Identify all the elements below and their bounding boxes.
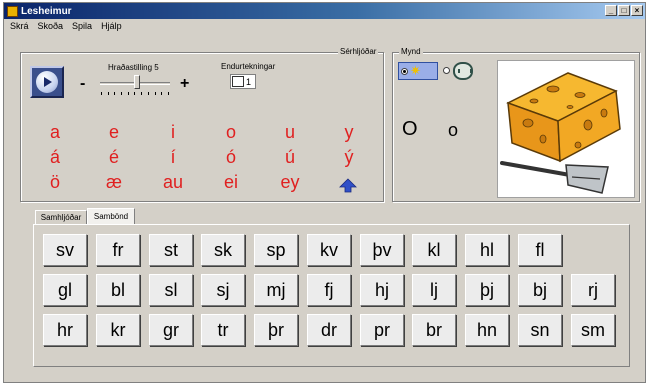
combo-button-kv[interactable]: kv xyxy=(307,234,351,266)
face-icon[interactable] xyxy=(453,62,473,80)
tab-consonants[interactable]: Samhljóðar xyxy=(35,210,87,225)
combo-button-thj[interactable]: þj xyxy=(465,274,509,306)
vowel-i[interactable]: i xyxy=(155,122,191,142)
repeat-spinner[interactable]: 1 xyxy=(230,74,256,89)
vowel-i-acute[interactable]: í xyxy=(155,147,191,167)
vowel-e-acute[interactable]: é xyxy=(96,147,132,167)
combo-button-sm[interactable]: sm xyxy=(571,314,615,346)
vowel-y[interactable]: y xyxy=(331,122,367,142)
combo-button-sk[interactable]: sk xyxy=(201,234,245,266)
combo-button-thr[interactable]: þr xyxy=(254,314,298,346)
title-bar: Lesheimur _ □ × xyxy=(4,3,645,19)
letter-display-upper: O xyxy=(402,118,418,140)
combo-button-kl[interactable]: kl xyxy=(412,234,456,266)
combo-button-hj[interactable]: hj xyxy=(360,274,404,306)
repeat-label: Endurtekningar xyxy=(221,62,276,71)
combo-button-hl[interactable]: hl xyxy=(465,234,509,266)
combo-button-bj[interactable]: bj xyxy=(518,274,562,306)
combo-button-tr[interactable]: tr xyxy=(201,314,245,346)
app-icon xyxy=(7,5,18,17)
vowel-ey[interactable]: ey xyxy=(272,172,308,192)
combinations-panel: sv fr st sk sp kv þv kl hl fl gl bl sl s… xyxy=(33,224,630,367)
combo-button-br[interactable]: br xyxy=(412,314,456,346)
combo-button-sj[interactable]: sj xyxy=(201,274,245,306)
combo-button-sn[interactable]: sn xyxy=(518,314,562,346)
vowel-u-acute[interactable]: ú xyxy=(272,147,308,167)
radio-sun[interactable] xyxy=(401,67,408,75)
combo-button-fl[interactable]: fl xyxy=(518,234,562,266)
play-icon xyxy=(36,71,58,93)
combo-button-bl[interactable]: bl xyxy=(96,274,140,306)
play-button[interactable] xyxy=(30,66,64,98)
vowels-group xyxy=(20,52,384,202)
speed-slider-ticks xyxy=(101,92,169,95)
window-title: Lesheimur xyxy=(21,5,72,17)
combo-button-rj[interactable]: rj xyxy=(571,274,615,306)
vowels-group-label: Sérhljóðar xyxy=(338,47,379,56)
combo-button-pr[interactable]: pr xyxy=(360,314,404,346)
vowel-o-acute[interactable]: ó xyxy=(213,147,249,167)
tab-combinations[interactable]: Sambönd xyxy=(87,208,135,225)
picture-display xyxy=(497,60,635,198)
combo-button-kr[interactable]: kr xyxy=(96,314,140,346)
vowel-e[interactable]: e xyxy=(96,122,132,142)
combo-button-hn[interactable]: hn xyxy=(465,314,509,346)
cheese-image xyxy=(500,72,621,194)
vowel-o-umlaut[interactable]: ö xyxy=(37,172,73,192)
menu-view[interactable]: Skoða xyxy=(38,21,64,31)
vowel-o[interactable]: o xyxy=(213,122,249,142)
combo-button-lj[interactable]: lj xyxy=(412,274,456,306)
menu-file[interactable]: Skrá xyxy=(10,21,29,31)
combo-button-gl[interactable]: gl xyxy=(43,274,87,306)
combo-button-gr[interactable]: gr xyxy=(149,314,193,346)
picture-group-label: Mynd xyxy=(399,47,423,56)
speed-label: Hraðastilling 5 xyxy=(108,63,159,72)
vowel-ei[interactable]: ei xyxy=(213,172,249,192)
minimize-button[interactable]: _ xyxy=(605,5,617,16)
combo-button-sl[interactable]: sl xyxy=(149,274,193,306)
combo-button-fj[interactable]: fj xyxy=(307,274,351,306)
menu-bar: Skrá Skoða Spila Hjálp xyxy=(4,19,645,33)
combo-button-dr[interactable]: dr xyxy=(307,314,351,346)
picture-option-sun[interactable]: ✷ xyxy=(398,62,438,80)
combo-button-thv[interactable]: þv xyxy=(360,234,404,266)
radio-face[interactable] xyxy=(443,67,450,74)
speed-increase-button[interactable]: + xyxy=(180,75,189,93)
letter-display-lower: o xyxy=(448,120,459,140)
speed-slider-thumb[interactable] xyxy=(134,75,140,89)
sun-icon: ✷ xyxy=(410,63,421,78)
combo-button-hr[interactable]: hr xyxy=(43,314,87,346)
repeat-icon xyxy=(232,76,244,87)
combo-button-st[interactable]: st xyxy=(149,234,193,266)
menu-play[interactable]: Spila xyxy=(72,21,92,31)
close-button[interactable]: × xyxy=(631,5,643,16)
menu-help[interactable]: Hjálp xyxy=(101,21,122,31)
combo-button-mj[interactable]: mj xyxy=(254,274,298,306)
maximize-button[interactable]: □ xyxy=(618,5,630,16)
vowel-ae[interactable]: æ xyxy=(96,172,132,192)
vowel-au[interactable]: au xyxy=(155,172,191,192)
combo-button-sv[interactable]: sv xyxy=(43,234,87,266)
shift-up-arrow-icon[interactable] xyxy=(339,178,357,193)
combo-button-sp[interactable]: sp xyxy=(254,234,298,266)
speed-decrease-button[interactable]: - xyxy=(80,75,85,93)
combo-button-fr[interactable]: fr xyxy=(96,234,140,266)
vowel-y-acute[interactable]: ý xyxy=(331,147,367,167)
vowel-u[interactable]: u xyxy=(272,122,308,142)
vowel-a[interactable]: a xyxy=(37,122,73,142)
vowel-a-acute[interactable]: á xyxy=(37,147,73,167)
repeat-value: 1 xyxy=(246,76,252,87)
